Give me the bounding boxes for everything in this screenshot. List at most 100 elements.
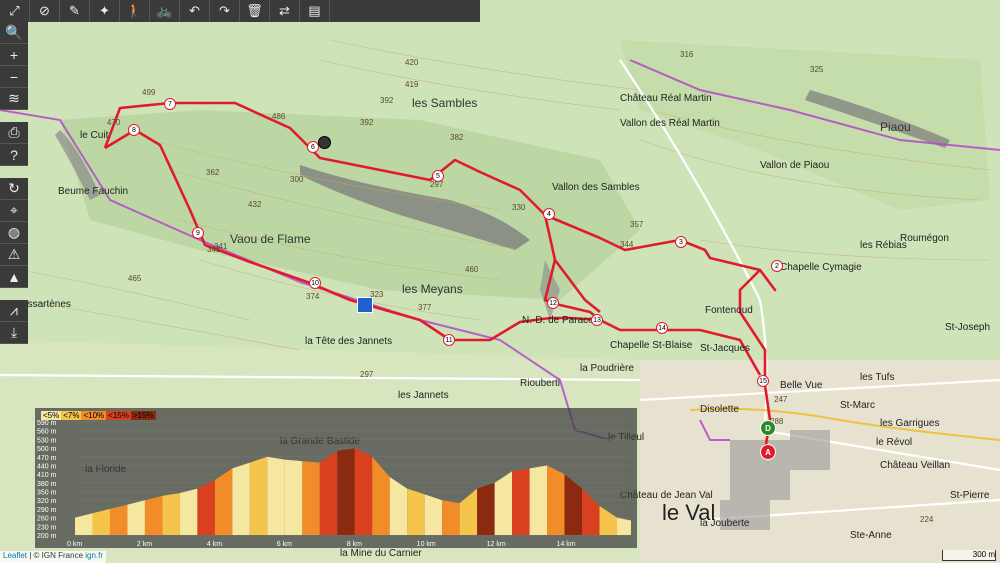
minus-icon[interactable]: −	[0, 66, 28, 88]
map-place-label: la Poudrière	[580, 363, 634, 374]
profile-segment	[337, 448, 355, 535]
help-icon[interactable]: ?	[0, 144, 28, 166]
cyclist-icon[interactable]: 🚶	[120, 0, 150, 22]
profile-segment	[214, 468, 233, 535]
map-elevation-label: 465	[128, 274, 142, 283]
map-elevation-label: 362	[206, 168, 220, 177]
map-elevation-label: 316	[680, 50, 694, 59]
zoom-in-icon[interactable]: 🔍	[0, 22, 28, 44]
profile-segment	[389, 477, 408, 535]
profile-segment	[162, 492, 180, 535]
map-elevation-label: 420	[405, 58, 419, 67]
map-place-label: Roumégon	[900, 233, 949, 244]
swap-icon[interactable]: 🗑	[240, 0, 270, 22]
walker-icon[interactable]: ✦	[90, 0, 120, 22]
map-place-label: St-Pierre	[950, 490, 990, 501]
refresh-icon[interactable]: ↻	[0, 178, 28, 200]
map-place-label: Château Réal Martin	[620, 93, 712, 104]
map-place-label: N.-D. de Paracol	[522, 315, 596, 326]
slope-legend-item: <7%	[61, 411, 82, 420]
waypoint-5[interactable]: 5	[432, 170, 444, 182]
plus-icon[interactable]: +	[0, 44, 28, 66]
draw-icon[interactable]: ✎	[60, 0, 90, 22]
map-elevation-label: 297	[360, 370, 374, 379]
waypoint-4[interactable]: 4	[543, 208, 555, 220]
y-tick-label: 500 m	[37, 446, 57, 453]
waypoint-11[interactable]: 11	[443, 334, 455, 346]
pin-list-icon[interactable]: ⇄	[270, 0, 300, 22]
profile-segment	[547, 465, 565, 535]
chart-icon[interactable]: ⩘	[0, 300, 28, 322]
map-elevation-label: 341	[214, 242, 228, 251]
undo-icon[interactable]: 🚲	[150, 0, 180, 22]
y-tick-label: 440 m	[37, 463, 57, 470]
left-toolbar: 🔍 + − ≋ ⎙? ↻ ⌖ ◍ ⚠ ▲ ⩘ ⤓	[0, 22, 28, 344]
profile-segment	[92, 508, 110, 535]
waypoint-2[interactable]: 2	[771, 260, 783, 272]
map-place-label: Vaou de Flame	[230, 232, 311, 246]
eye-off-icon[interactable]: ⊘	[30, 0, 60, 22]
download-icon[interactable]: ⤓	[0, 322, 28, 344]
x-tick-label: 8 km	[347, 541, 362, 548]
layers-icon[interactable]: ≋	[0, 88, 28, 110]
profile-segment	[302, 461, 320, 535]
y-tick-label: 320 m	[37, 498, 57, 505]
profile-segment	[494, 471, 513, 535]
x-tick-label: 0 km	[67, 541, 82, 548]
end-marker[interactable]: A	[760, 444, 776, 460]
ign-link[interactable]: ign.fr	[85, 551, 103, 560]
map-place-label: les Rébias	[860, 240, 907, 251]
waypoint-9[interactable]: 9	[192, 227, 204, 239]
waypoint-10[interactable]: 10	[309, 277, 321, 289]
map-place-label: Belle Vue	[780, 380, 823, 391]
map-place-label: les Jannets	[398, 390, 449, 401]
x-tick-label: 14 km	[557, 541, 576, 548]
x-tick-label: 4 km	[207, 541, 222, 548]
profile-segment	[284, 459, 303, 535]
waypoint-14[interactable]: 14	[656, 322, 668, 334]
attribution-text: | © IGN France	[27, 551, 86, 560]
mountain-icon[interactable]: ▲	[0, 266, 28, 288]
map-place-label: la Jouberte	[700, 518, 750, 529]
slope-legend-item: <10%	[81, 411, 107, 420]
globe-icon[interactable]: ◍	[0, 222, 28, 244]
leaflet-link[interactable]: Leaflet	[3, 551, 27, 560]
map-place-label: St-Jacques	[700, 343, 751, 354]
profile-segment	[442, 500, 460, 535]
profile-segment	[319, 450, 338, 535]
elevation-profile[interactable]: <5% <7% <10% <15% >15% 590 m 560 m 530 m 500 m 4…	[35, 408, 637, 548]
start-marker[interactable]: D	[760, 420, 776, 436]
redo-icon[interactable]: ↶	[180, 0, 210, 22]
waypoint-12[interactable]: 12	[547, 297, 559, 309]
slope-legend-item: >15%	[130, 411, 156, 420]
map-elevation-label: 224	[920, 515, 934, 524]
map-place-label: la Mine du Carnier	[340, 548, 422, 559]
location-icon[interactable]: ▤	[300, 0, 330, 22]
profile-segment	[512, 468, 530, 535]
x-tick-label: 10 km	[417, 541, 436, 548]
flag-marker-icon[interactable]	[357, 297, 373, 313]
waypoint-15[interactable]: 15	[757, 375, 769, 387]
y-tick-label: 380 m	[37, 481, 57, 488]
profile-segment	[477, 482, 495, 535]
crosshair-icon[interactable]: ⌖	[0, 200, 28, 222]
waypoint-3[interactable]: 3	[675, 236, 687, 248]
profile-segment	[372, 456, 390, 535]
trash-icon[interactable]: ↷	[210, 0, 240, 22]
fullscreen-icon[interactable]: ⤢	[0, 0, 30, 22]
waypoint-13[interactable]: 13	[591, 314, 603, 326]
profile-segment	[407, 488, 425, 535]
print-icon[interactable]: ⎙	[0, 122, 28, 144]
profile-segment	[424, 494, 443, 535]
slope-legend-item: <15%	[106, 411, 131, 420]
map-place-label: Vallon des Sambles	[552, 182, 640, 193]
map-elevation-label: 419	[405, 80, 419, 89]
map-place-label: Fontenoud	[705, 305, 753, 316]
y-tick-label: 410 m	[37, 472, 57, 479]
y-tick-label: 560 m	[37, 429, 57, 436]
waypoint-8[interactable]: 8	[128, 124, 140, 136]
map-place-label: les Sambles	[412, 96, 478, 110]
waypoint-marker[interactable]	[318, 136, 331, 149]
waypoint-7[interactable]: 7	[164, 98, 176, 110]
warning-icon[interactable]: ⚠	[0, 244, 28, 266]
